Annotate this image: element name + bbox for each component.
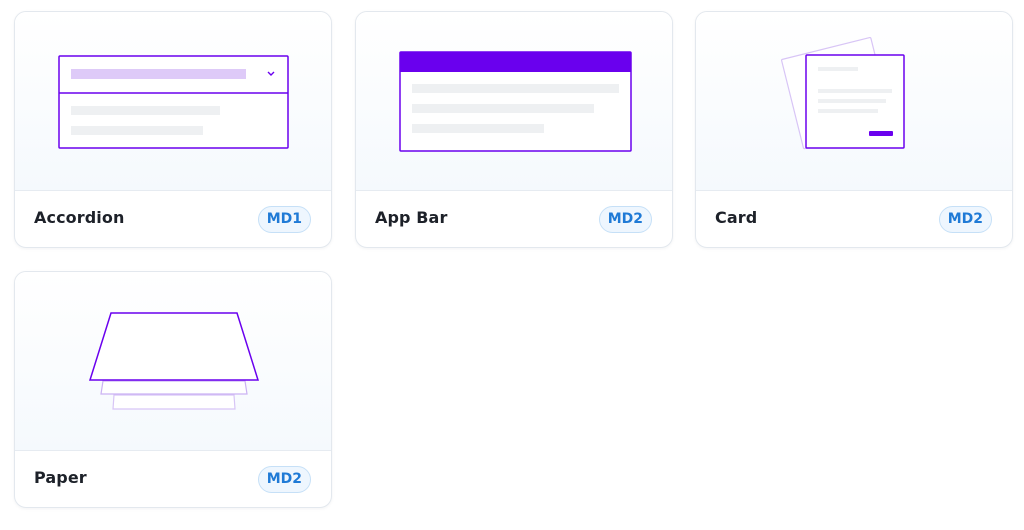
card-footer: Accordion MD1 — [15, 191, 331, 247]
component-card-card[interactable]: Card MD2 — [695, 11, 1013, 248]
component-card-accordion[interactable]: Accordion MD1 — [14, 11, 332, 248]
card-title: Accordion — [34, 208, 125, 227]
card-title: Paper — [34, 468, 87, 487]
version-badge: MD2 — [938, 206, 992, 233]
app-bar-illustration — [399, 51, 632, 152]
card-title: App Bar — [375, 208, 448, 227]
accordion-illustration — [58, 55, 289, 149]
component-grid: Accordion MD1 App Bar MD2 Card MD2 Paper… — [0, 0, 1024, 530]
card-footer: App Bar MD2 — [356, 191, 672, 247]
card-preview — [356, 12, 672, 191]
version-badge: MD1 — [257, 206, 311, 233]
card-footer: Card MD2 — [696, 191, 1012, 247]
paper-illustration — [88, 312, 260, 410]
version-badge: MD2 — [598, 206, 652, 233]
card-preview — [15, 12, 331, 191]
card-footer: Paper MD2 — [15, 451, 331, 507]
version-badge: MD2 — [257, 466, 311, 493]
component-card-app-bar[interactable]: App Bar MD2 — [355, 11, 673, 248]
card-preview — [15, 272, 331, 451]
card-preview — [696, 12, 1012, 191]
component-card-paper[interactable]: Paper MD2 — [14, 271, 332, 508]
card-illustration — [781, 36, 905, 150]
card-title: Card — [715, 208, 758, 227]
